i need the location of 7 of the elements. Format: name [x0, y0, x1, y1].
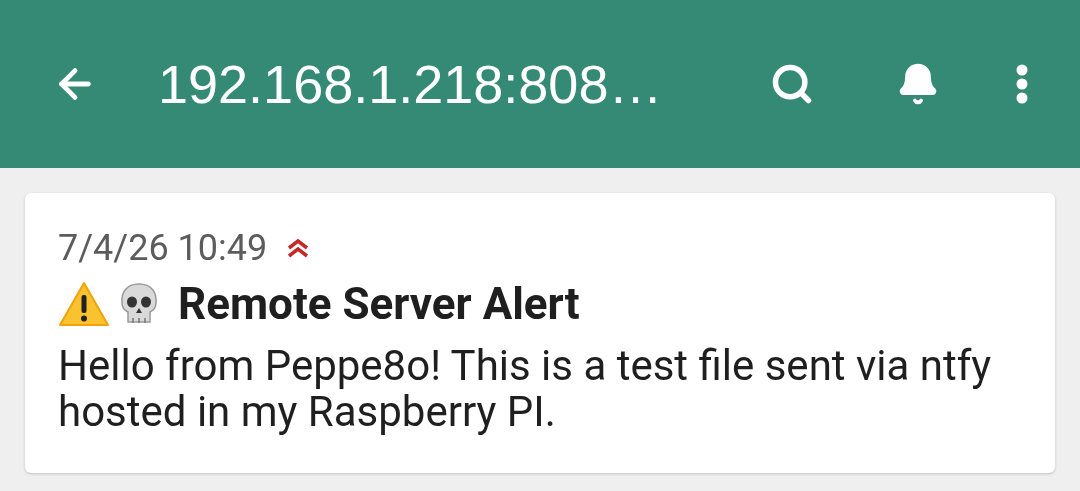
notification-message: Hello from Peppe8o! This is a test file sent via ntfy hosted in my Raspberry PI. — [58, 343, 993, 435]
more-icon — [1016, 64, 1028, 104]
app-bar-title: 192.168.1.218:808… — [158, 52, 663, 116]
notification-card[interactable]: 7/4/26 10:49 Remote Server Alert Hello from Peppe8o! This is a test file sent via ntfy hosted in my Raspberry PI. — [25, 193, 1055, 473]
search-icon — [770, 62, 814, 106]
notification-time: 7/4/26 10:49 — [58, 227, 268, 269]
notification-title: Remote Server Alert — [178, 279, 580, 329]
